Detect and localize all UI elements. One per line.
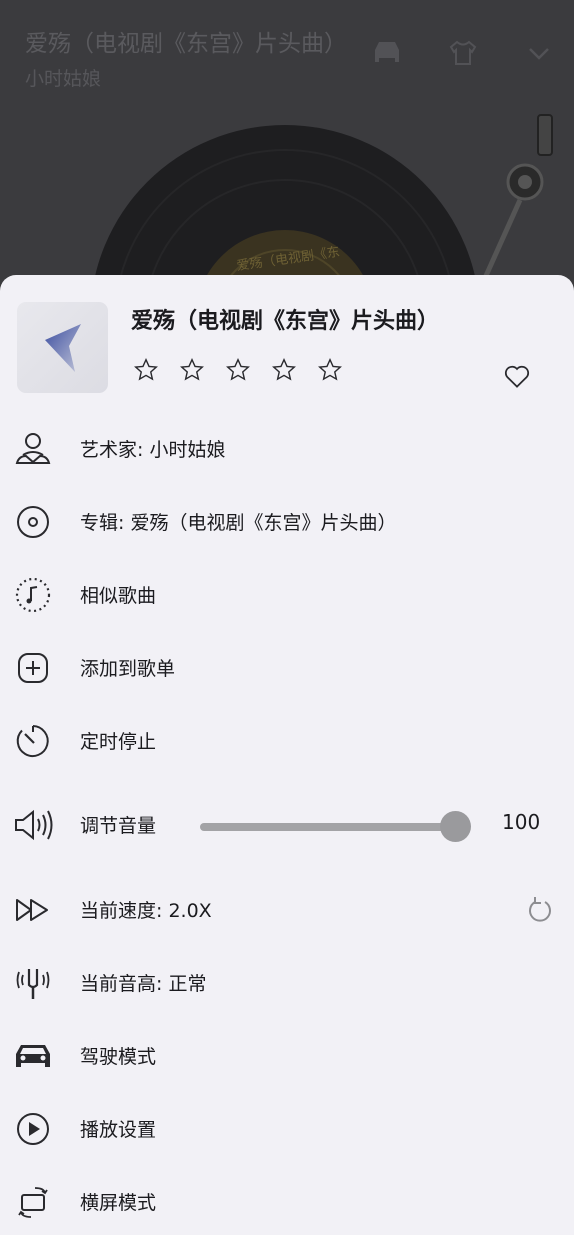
tuning-fork-icon bbox=[16, 969, 50, 999]
play-circle-icon bbox=[17, 1113, 49, 1145]
disc-icon bbox=[17, 506, 49, 538]
playback-speed-label: 当前速度: 2.0X bbox=[80, 900, 212, 922]
fast-forward-icon bbox=[16, 899, 48, 921]
pitch-label: 当前音高: 正常 bbox=[80, 973, 207, 995]
music-note-circle-icon bbox=[15, 577, 51, 613]
similar-songs-row[interactable]: 相似歌曲 bbox=[0, 563, 574, 623]
song-title: 爱殇（电视剧《东宫》片头曲） bbox=[131, 309, 440, 334]
volume-value: 100 bbox=[502, 810, 541, 834]
tonearm bbox=[482, 114, 553, 280]
playback-speed-row[interactable]: 当前速度: 2.0X bbox=[0, 878, 574, 938]
star-icon[interactable] bbox=[271, 357, 297, 383]
artist-row[interactable]: 艺术家: 小时姑娘 bbox=[0, 417, 574, 477]
album-row[interactable]: 专辑: 爱殇（电视剧《东宫》片头曲） bbox=[0, 490, 574, 550]
add-to-playlist-row[interactable]: 添加到歌单 bbox=[0, 636, 574, 696]
reset-icon[interactable] bbox=[524, 895, 556, 927]
star-icon[interactable] bbox=[179, 357, 205, 383]
car-icon[interactable] bbox=[370, 38, 404, 68]
volume-slider-thumb[interactable] bbox=[440, 811, 471, 842]
add-square-icon bbox=[18, 653, 48, 683]
speaker-icon bbox=[15, 809, 53, 841]
album-label: 专辑: 爱殇（电视剧《东宫》片头曲） bbox=[80, 512, 397, 534]
album-art-logo bbox=[45, 324, 81, 372]
rating-stars[interactable] bbox=[133, 357, 343, 383]
backdrop-artist: 小时姑娘 bbox=[25, 68, 102, 90]
star-icon[interactable] bbox=[225, 357, 251, 383]
add-to-playlist-label: 添加到歌单 bbox=[80, 658, 176, 680]
landscape-mode-row[interactable]: 横屏模式 bbox=[0, 1170, 574, 1230]
volume-slider-track[interactable] bbox=[200, 823, 456, 831]
screen-rotate-icon bbox=[18, 1187, 48, 1218]
sleep-timer-label: 定时停止 bbox=[80, 731, 157, 753]
album-cover[interactable] bbox=[17, 302, 108, 393]
favorite-heart-icon[interactable] bbox=[502, 361, 532, 391]
driving-mode-row[interactable]: 驾驶模式 bbox=[0, 1024, 574, 1084]
backdrop-song-title: 爱殇（电视剧《东宫》片头曲） bbox=[25, 31, 347, 57]
playback-settings-row[interactable]: 播放设置 bbox=[0, 1097, 574, 1157]
shirt-icon[interactable] bbox=[447, 38, 479, 68]
driving-mode-label: 驾驶模式 bbox=[80, 1046, 157, 1068]
pitch-row[interactable]: 当前音高: 正常 bbox=[0, 951, 574, 1011]
volume-label: 调节音量 bbox=[80, 815, 157, 837]
sleep-timer-row[interactable]: 定时停止 bbox=[0, 709, 574, 769]
timer-icon bbox=[16, 725, 49, 757]
landscape-mode-label: 横屏模式 bbox=[80, 1192, 157, 1214]
star-icon[interactable] bbox=[133, 357, 159, 383]
song-options-sheet: 爱殇（电视剧《东宫》片头曲） 艺术家: 小时姑娘 专辑: 爱殇（电视剧《东宫》片… bbox=[0, 275, 574, 1235]
person-icon bbox=[15, 433, 51, 464]
playback-settings-label: 播放设置 bbox=[80, 1119, 157, 1141]
similar-songs-label: 相似歌曲 bbox=[80, 585, 157, 607]
chevron-down-icon[interactable] bbox=[527, 44, 551, 64]
car-icon bbox=[16, 1045, 50, 1067]
artist-label: 艺术家: 小时姑娘 bbox=[80, 439, 226, 461]
star-icon[interactable] bbox=[317, 357, 343, 383]
volume-row: 调节音量 100 bbox=[0, 793, 574, 853]
player-backdrop: 爱殇（电视剧《东宫》片头曲） 小时姑娘 爱殇（电视剧《东 bbox=[0, 0, 574, 300]
